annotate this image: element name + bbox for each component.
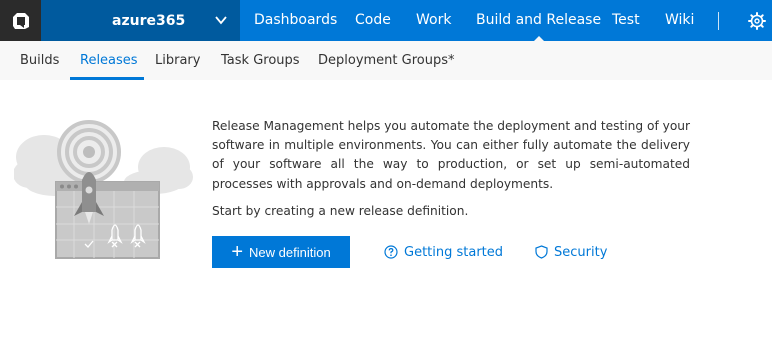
nav-test[interactable]: Test: [612, 0, 640, 41]
new-definition-label: New definition: [249, 244, 331, 260]
nav-code[interactable]: Code: [355, 0, 391, 41]
chevron-down-icon: [215, 16, 227, 25]
release-illustration: [14, 120, 193, 259]
help-circle-icon: [384, 245, 398, 259]
tab-task-groups[interactable]: Task Groups: [221, 41, 300, 80]
plus-icon: +: [231, 241, 244, 263]
shield-icon: [535, 245, 548, 259]
nav-wiki[interactable]: Wiki: [665, 0, 694, 41]
account-selector[interactable]: azure365: [41, 0, 240, 41]
gear-icon[interactable]: [748, 12, 766, 30]
top-bar: azure365 Dashboards Code Work Build and …: [0, 0, 772, 41]
nav-dashboards[interactable]: Dashboards: [254, 0, 337, 41]
vsts-logo-icon[interactable]: [0, 0, 41, 41]
start-instruction: Start by creating a new release definiti…: [212, 204, 469, 218]
account-name: azure365: [112, 12, 186, 29]
sub-nav: Builds Releases Library Task Groups Depl…: [0, 41, 772, 80]
getting-started-link[interactable]: Getting started: [384, 242, 503, 262]
tab-deployment-groups[interactable]: Deployment Groups*: [318, 41, 455, 80]
tab-builds[interactable]: Builds: [20, 41, 59, 80]
nav-build-and-release[interactable]: Build and Release: [476, 0, 601, 41]
new-definition-button[interactable]: + New definition: [212, 236, 350, 268]
nav-divider: [718, 12, 719, 30]
getting-started-label: Getting started: [404, 244, 504, 260]
nav-work[interactable]: Work: [416, 0, 451, 41]
release-management-description: Release Management helps you automate th…: [212, 119, 691, 191]
security-link[interactable]: Security: [535, 242, 607, 262]
tab-library[interactable]: Library: [155, 41, 200, 80]
active-tab-indicator: [70, 77, 144, 80]
tab-releases[interactable]: Releases: [80, 41, 138, 80]
security-label: Security: [554, 244, 608, 260]
